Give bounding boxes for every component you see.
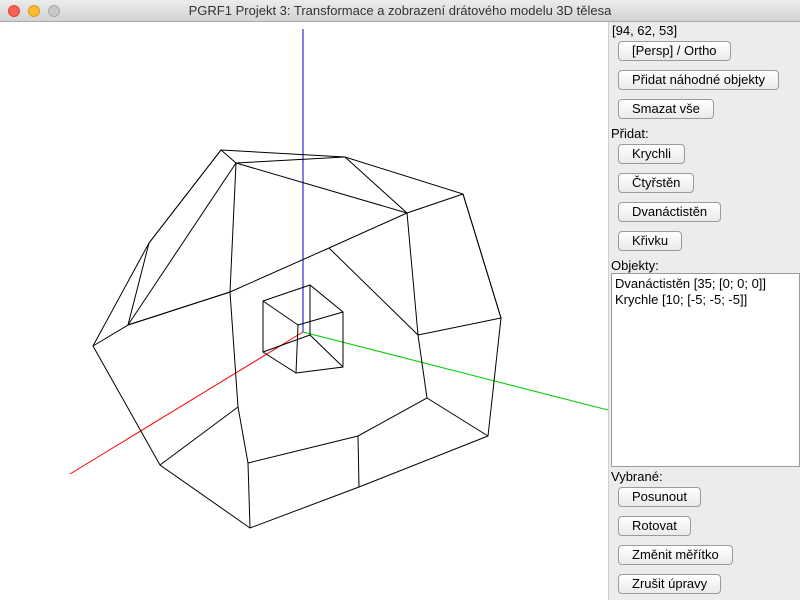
objects-section-label: Objekty: (611, 258, 659, 273)
window-title: PGRF1 Projekt 3: Transformace a zobrazen… (188, 3, 612, 18)
objects-list[interactable]: Dvanáctistěn [35; [0; 0; 0]] Krychle [10… (611, 273, 800, 467)
add-random-objects-button[interactable]: Přidat náhodné objekty (618, 70, 779, 90)
add-cube-button[interactable]: Krychli (618, 144, 686, 164)
list-item[interactable]: Dvanáctistěn [35; [0; 0; 0]] (615, 276, 796, 292)
title-bar: PGRF1 Projekt 3: Transformace a zobrazen… (0, 0, 800, 22)
reset-transform-button[interactable]: Zrušit úpravy (618, 574, 722, 594)
selected-section-label: Vybrané: (611, 469, 663, 484)
axis-y (302, 331, 608, 411)
projection-toggle-button[interactable]: [Persp] / Ortho (618, 41, 731, 61)
control-panel: [94, 62, 53] [Persp] / Ortho Přidat náho… (608, 22, 800, 600)
add-section-label: Přidat: (611, 126, 649, 141)
scale-button[interactable]: Změnit měřítko (618, 545, 733, 565)
add-tetrahedron-button[interactable]: Čtyřstěn (618, 173, 695, 193)
list-item[interactable]: Krychle [10; [-5; -5; -5]] (615, 292, 796, 308)
move-button[interactable]: Posunout (618, 487, 701, 507)
wireframe-scene (69, 29, 608, 529)
cursor-coordinates: [94, 62, 53] (612, 23, 678, 38)
delete-all-button[interactable]: Smazat vše (618, 99, 714, 119)
add-curve-button[interactable]: Křivku (618, 231, 683, 251)
rotate-button[interactable]: Rotovat (618, 516, 691, 536)
add-dodecahedron-button[interactable]: Dvanáctistěn (618, 202, 722, 222)
axis-x (69, 331, 304, 475)
render-canvas[interactable] (0, 22, 608, 600)
